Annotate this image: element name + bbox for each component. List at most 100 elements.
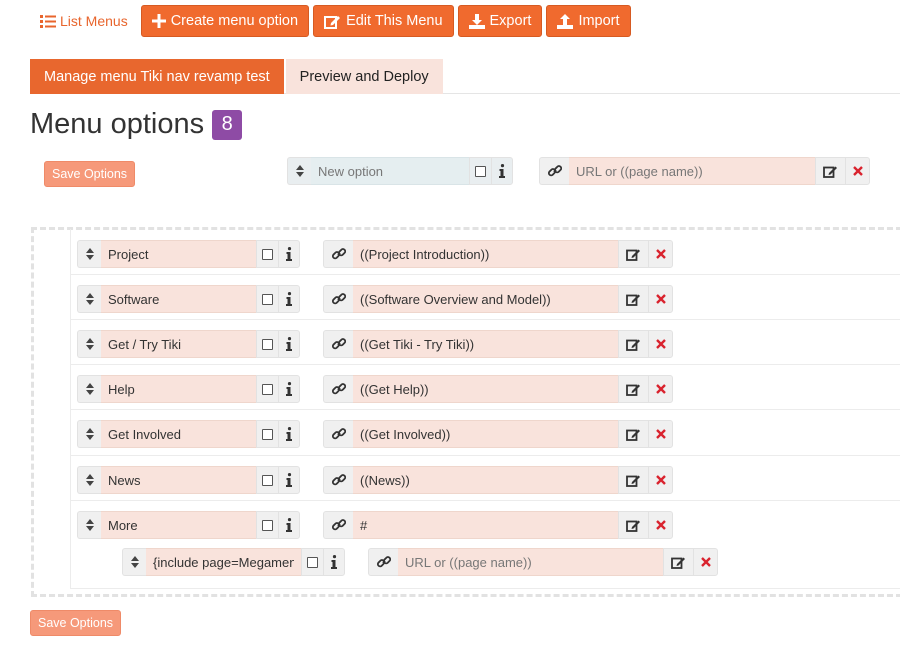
tab-preview-deploy[interactable]: Preview and Deploy xyxy=(285,59,443,94)
edit-button[interactable] xyxy=(815,157,845,185)
link-button[interactable] xyxy=(323,285,353,313)
delete-button[interactable] xyxy=(648,285,673,313)
checkbox[interactable] xyxy=(262,428,273,440)
export-button[interactable]: Export xyxy=(457,5,543,37)
info-button[interactable] xyxy=(278,511,300,539)
delete-button[interactable] xyxy=(648,375,673,403)
delete-button[interactable] xyxy=(648,420,673,448)
link-button[interactable] xyxy=(323,511,353,539)
option-name-input[interactable] xyxy=(146,548,301,576)
create-menu-option-label: Create menu option xyxy=(170,13,299,29)
option-url-input[interactable] xyxy=(398,548,663,576)
drag-handle[interactable] xyxy=(77,466,101,494)
close-icon xyxy=(655,520,666,530)
link-button[interactable] xyxy=(323,330,353,358)
option-url-input[interactable] xyxy=(353,420,618,448)
link-button[interactable] xyxy=(539,157,569,185)
sort-icon xyxy=(85,248,94,260)
info-button[interactable] xyxy=(278,375,300,403)
option-url-input[interactable] xyxy=(353,240,618,268)
save-options-button-bottom[interactable]: Save Options xyxy=(30,610,122,636)
info-button[interactable] xyxy=(491,157,513,185)
option-checkbox-cell[interactable] xyxy=(256,375,278,403)
edit-menu-button[interactable]: Edit This Menu xyxy=(313,5,454,37)
option-checkbox-cell[interactable] xyxy=(256,511,278,539)
delete-button[interactable] xyxy=(648,330,673,358)
edit-button[interactable] xyxy=(618,285,648,313)
option-checkbox-cell[interactable] xyxy=(256,240,278,268)
list-menus-label: List Menus xyxy=(60,13,128,29)
checkbox[interactable] xyxy=(307,556,318,568)
create-menu-option-button[interactable]: Create menu option xyxy=(140,5,310,37)
info-icon xyxy=(286,247,292,261)
tab-manage-menu[interactable]: Manage menu Tiki nav revamp test xyxy=(30,59,284,94)
option-url-input[interactable] xyxy=(353,285,618,313)
edit-button[interactable] xyxy=(618,466,648,494)
option-checkbox-cell[interactable] xyxy=(256,330,278,358)
option-name-input[interactable] xyxy=(101,285,256,313)
option-checkbox-cell[interactable] xyxy=(256,285,278,313)
new-option-checkbox-cell[interactable] xyxy=(469,157,491,185)
checkbox[interactable] xyxy=(262,248,273,260)
drag-handle[interactable] xyxy=(122,548,146,576)
drag-handle[interactable] xyxy=(77,240,101,268)
info-button[interactable] xyxy=(278,240,300,268)
new-option-input[interactable] xyxy=(311,157,469,185)
delete-button[interactable] xyxy=(648,466,673,494)
option-name-input[interactable] xyxy=(101,511,256,539)
checkbox[interactable] xyxy=(262,474,273,486)
info-button[interactable] xyxy=(278,285,300,313)
checkbox[interactable] xyxy=(475,165,486,177)
checkbox[interactable] xyxy=(262,293,273,305)
list-menus-link[interactable]: List Menus xyxy=(40,13,128,29)
option-checkbox-cell[interactable] xyxy=(301,548,323,576)
drag-handle[interactable] xyxy=(77,511,101,539)
link-icon xyxy=(331,474,346,486)
import-button[interactable]: Import xyxy=(546,5,631,37)
drag-handle[interactable] xyxy=(77,285,101,313)
option-url-input[interactable] xyxy=(353,330,618,358)
drag-handle[interactable] xyxy=(77,375,101,403)
edit-icon xyxy=(626,249,640,261)
edit-icon xyxy=(626,294,640,306)
link-button[interactable] xyxy=(323,466,353,494)
option-url-input[interactable] xyxy=(353,375,618,403)
drag-handle[interactable] xyxy=(287,157,311,185)
option-name-input[interactable] xyxy=(101,330,256,358)
delete-button[interactable] xyxy=(845,157,870,185)
option-name-input[interactable] xyxy=(101,240,256,268)
option-url-input[interactable] xyxy=(353,466,618,494)
checkbox[interactable] xyxy=(262,383,273,395)
link-button[interactable] xyxy=(323,420,353,448)
link-button[interactable] xyxy=(368,548,398,576)
info-button[interactable] xyxy=(278,330,300,358)
link-icon xyxy=(331,428,346,440)
info-button[interactable] xyxy=(278,420,300,448)
drag-handle[interactable] xyxy=(77,420,101,448)
option-checkbox-cell[interactable] xyxy=(256,466,278,494)
edit-icon xyxy=(626,475,640,487)
edit-button[interactable] xyxy=(663,548,693,576)
delete-button[interactable] xyxy=(693,548,718,576)
option-name-input[interactable] xyxy=(101,420,256,448)
option-name-input[interactable] xyxy=(101,466,256,494)
option-checkbox-cell[interactable] xyxy=(256,420,278,448)
edit-button[interactable] xyxy=(618,420,648,448)
checkbox[interactable] xyxy=(262,519,273,531)
option-name-input[interactable] xyxy=(101,375,256,403)
checkbox[interactable] xyxy=(262,338,273,350)
edit-button[interactable] xyxy=(618,511,648,539)
delete-button[interactable] xyxy=(648,240,673,268)
new-option-url-input[interactable] xyxy=(569,157,815,185)
link-button[interactable] xyxy=(323,240,353,268)
save-options-button-top[interactable]: Save Options xyxy=(44,161,136,187)
edit-button[interactable] xyxy=(618,375,648,403)
info-button[interactable] xyxy=(323,548,345,576)
delete-button[interactable] xyxy=(648,511,673,539)
edit-button[interactable] xyxy=(618,240,648,268)
option-url-input[interactable] xyxy=(353,511,618,539)
drag-handle[interactable] xyxy=(77,330,101,358)
info-button[interactable] xyxy=(278,466,300,494)
link-button[interactable] xyxy=(323,375,353,403)
edit-button[interactable] xyxy=(618,330,648,358)
